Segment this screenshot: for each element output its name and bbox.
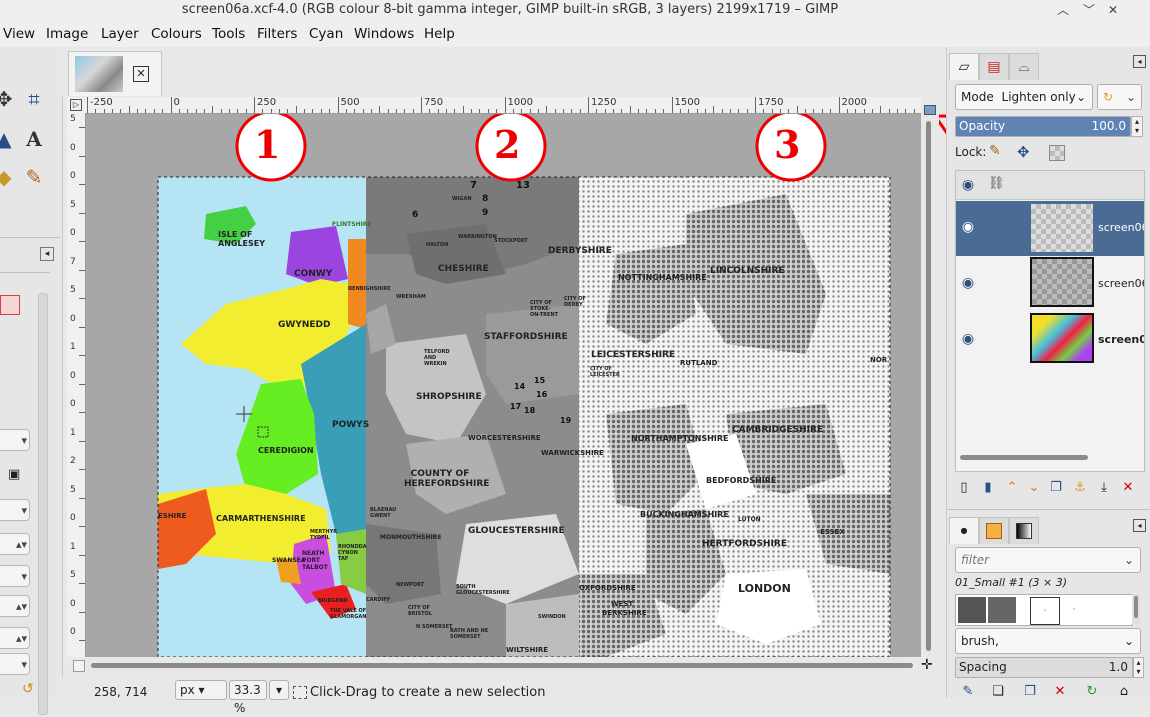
chevron-down-icon: ⌄ [1075,90,1086,104]
layer-name: screen06 [1098,277,1144,290]
spacing-slider[interactable]: Spacing 1.0 [955,657,1133,678]
layers-icon: ▱ [958,59,970,75]
dock-menu-icon[interactable]: ◂ [1133,519,1146,532]
layer-thumbnail [1030,257,1094,307]
duplicate-layer-icon[interactable]: ❐ [1047,479,1065,497]
zoom-value: 33.3 % [234,683,261,715]
merge-layer-icon[interactable]: ⤓ [1095,479,1113,497]
filter-placeholder: filter [961,553,990,567]
brush-grid[interactable]: · · [955,594,1133,626]
mode-label: Mode [961,90,994,104]
brush-dot-icon: ● [960,526,968,535]
tab-gradients[interactable] [1009,517,1039,544]
layer-name: screen0 [1098,333,1144,346]
tab-brushes[interactable]: ● [949,517,979,544]
chevron-down-icon: ⌄ [1123,553,1134,567]
new-layer-icon[interactable]: ▮ [979,479,997,497]
opacity-spinner[interactable]: ▴ ▾ [1131,116,1143,137]
visibility-eye-icon[interactable]: ◉ [958,331,978,347]
vertical-scrollbar[interactable] [921,105,939,658]
gradient-icon [1016,523,1032,539]
layer-thumbnail [1030,313,1094,363]
layers-hscroll-thumb[interactable] [960,455,1088,460]
unit-select[interactable]: px ▾ [175,680,227,700]
status-bar: 258, 714 px ▾ 33.3 % ▾ Click-Drag to cre… [62,677,946,715]
layer-row[interactable]: ◉ screen06 [956,257,1144,312]
opacity-value: 100.0 [1091,119,1126,133]
unit-value: px [180,683,195,697]
channels-icon: ▤ [987,59,1001,75]
tab-paths[interactable]: ⌓ [1009,53,1039,80]
brush-tag-value: brush, [961,634,999,648]
layer-name: screen06 [1098,221,1144,234]
visibility-eye-icon[interactable]: ◉ [958,219,978,235]
navigate-icon[interactable] [924,105,936,115]
brush-swatch[interactable]: · [1060,597,1088,623]
pointer-coords: 258, 714 [94,685,148,699]
zoom-dropdown-button[interactable]: ▾ [269,680,289,700]
lower-layer-icon[interactable]: ⌄ [1025,479,1043,497]
anchor-layer-icon[interactable]: ⚓ [1071,479,1089,497]
lock-label: Lock: [955,145,987,159]
tab-channels[interactable]: ▤ [979,53,1009,80]
mode-reset-select[interactable]: ↻ ⌄ [1097,84,1142,110]
brush-name: 01_Small #1 (3 × 3) [955,576,1068,589]
new-layer-group-icon[interactable]: ▯ [955,479,973,497]
brush-tag-select[interactable]: brush, ⌄ [955,628,1141,654]
duplicate-brush-icon[interactable]: ❐ [1021,683,1039,701]
layer-thumbnail [1030,203,1094,253]
selection-icon [293,686,307,699]
opacity-label: Opacity [959,119,1006,133]
brush-grid-scrollbar[interactable] [1132,594,1140,624]
delete-layer-icon[interactable]: ✕ [1119,479,1137,497]
dock-divider [947,509,1150,510]
new-brush-icon[interactable]: ❏ [989,683,1007,701]
vertical-scroll-thumb[interactable] [926,121,931,651]
horizontal-scrollbar[interactable]: ✛ [67,657,939,673]
zoom-select[interactable]: 33.3 % [229,680,267,715]
brush-filter-input[interactable]: filter ⌄ [955,547,1141,573]
layer-row[interactable]: ◉ screen06 [956,201,1144,256]
brush-swatch-selected[interactable]: · [1030,597,1060,625]
spacing-label: Spacing [959,660,1007,674]
lock-position-icon[interactable]: ✥ [1017,143,1030,161]
delete-brush-icon[interactable]: ✕ [1051,683,1069,701]
layers-list-header: ◉ ⛓ [956,171,1144,200]
zoom-fit-icon[interactable]: ✛ [921,657,933,673]
raise-layer-icon[interactable]: ⌃ [1003,479,1021,497]
right-dock: ▱ ▤ ⌓ ◂ Mode Lighten only ⌄ ↻ ⌄ Opacity 1… [946,47,1150,701]
tab-layers[interactable]: ▱ [949,53,979,80]
chain-header-icon: ⛓ [988,176,1005,191]
layer-mode-select[interactable]: Mode Lighten only ⌄ [955,84,1093,110]
pattern-icon [986,523,1002,539]
chevron-down-icon: ⌄ [1125,90,1136,104]
visibility-eye-icon[interactable]: ◉ [958,275,978,291]
lock-pixels-icon[interactable]: ✎ [989,143,1001,159]
lock-alpha-icon[interactable] [1049,145,1065,161]
layer-row[interactable]: ◉ screen0 [956,311,1144,366]
visibility-header-icon: ◉ [961,177,975,193]
opacity-slider[interactable]: Opacity 100.0 [955,116,1131,137]
paths-icon: ⌓ [1018,59,1030,75]
spacing-spinner[interactable]: ▴ ▾ [1133,657,1144,678]
tab-patterns[interactable] [979,517,1009,544]
refresh-brushes-icon[interactable]: ↻ [1083,683,1101,701]
edit-brush-icon[interactable]: ✎ [959,683,977,701]
open-brush-icon[interactable]: ⌂ [1115,683,1133,701]
horizontal-scroll-thumb[interactable] [91,663,913,668]
spacing-value: 1.0 [1108,660,1128,674]
brush-swatch[interactable] [988,597,1016,623]
mode-value: Lighten only [1001,90,1076,104]
dock-menu-icon[interactable]: ◂ [1133,55,1146,68]
brush-swatch[interactable] [958,597,986,623]
layers-list: ◉ ⛓ ◉ screen06 ◉ screen06 ◉ screen0 [955,170,1145,472]
quickmask-toggle[interactable] [73,660,85,672]
reset-mode-icon: ↻ [1103,90,1114,104]
chevron-down-icon: ⌄ [1123,634,1134,648]
